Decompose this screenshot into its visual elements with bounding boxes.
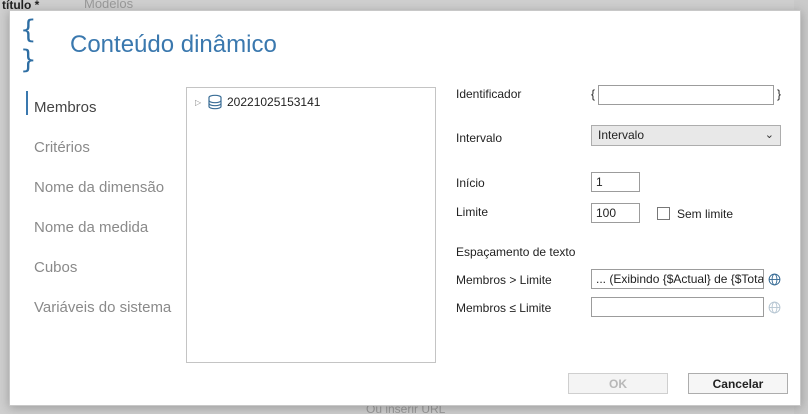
nav-item-nome-dimensao[interactable]: Nome da dimensão: [26, 167, 186, 207]
tree-node[interactable]: ▷ 20221025153141: [195, 94, 320, 110]
nav-item-variaveis-sistema[interactable]: Variáveis do sistema: [26, 287, 186, 327]
database-icon: [208, 94, 222, 110]
tree-node-label: 20221025153141: [227, 95, 321, 109]
nav-item-label: Membros: [34, 98, 97, 116]
nav-item-criterios[interactable]: Critérios: [26, 127, 186, 167]
globe-icon[interactable]: [768, 273, 781, 286]
members-gt-limit-label: Membros > Limite: [456, 273, 552, 287]
dialog-title: Conteúdo dinâmico: [70, 31, 277, 58]
curly-braces-icon: { }: [20, 15, 41, 75]
nav-item-label: Nome da dimensão: [34, 178, 165, 196]
nav-item-label: Nome da medida: [34, 218, 149, 236]
interval-label: Intervalo: [456, 131, 503, 145]
nav-item-label: Variáveis do sistema: [34, 298, 172, 316]
members-le-limit-field[interactable]: [591, 297, 764, 317]
globe-icon: [768, 301, 781, 314]
nav-item-label: Critérios: [34, 138, 90, 156]
identifier-close-brace: }: [777, 87, 782, 101]
dynamic-content-dialog: { } Conteúdo dinâmico Membros Critérios …: [9, 10, 801, 406]
nav-item-nome-medida[interactable]: Nome da medida: [26, 207, 186, 247]
limit-label: Limite: [456, 205, 489, 219]
ok-button[interactable]: OK: [568, 373, 668, 394]
left-nav: Membros Critérios Nome da dimensão Nome …: [26, 87, 186, 327]
nav-item-label: Cubos: [34, 258, 78, 276]
nav-item-membros[interactable]: Membros: [26, 87, 186, 127]
members-le-limit-label: Membros ≤ Limite: [456, 301, 552, 315]
settings-form: Identificador { } Intervalo Intervalo ⌄ …: [456, 11, 796, 405]
interval-selected-value: Intervalo: [598, 128, 645, 142]
expand-arrow-icon[interactable]: ▷: [195, 98, 207, 107]
cancel-button[interactable]: Cancelar: [688, 373, 788, 394]
identifier-field[interactable]: [598, 85, 774, 105]
no-limit-checkbox[interactable]: [657, 207, 670, 220]
interval-select[interactable]: Intervalo ⌄: [591, 125, 781, 146]
members-tree[interactable]: ▷ 20221025153141: [186, 87, 436, 363]
identifier-open-brace: {: [591, 87, 596, 101]
start-label: Início: [456, 176, 485, 190]
dialog-header: { } Conteúdo dinâmico: [20, 15, 277, 75]
nav-item-cubos[interactable]: Cubos: [26, 247, 186, 287]
no-limit-label: Sem limite: [677, 207, 734, 221]
identifier-label: Identificador: [456, 87, 522, 101]
members-gt-limit-field[interactable]: ... (Exibindo {$Actual} de {$Total}): [591, 269, 764, 289]
text-spacing-label: Espaçamento de texto: [456, 245, 576, 259]
start-field[interactable]: 1: [591, 172, 640, 192]
chevron-down-icon: ⌄: [764, 129, 774, 141]
limit-field[interactable]: 100: [591, 203, 640, 223]
